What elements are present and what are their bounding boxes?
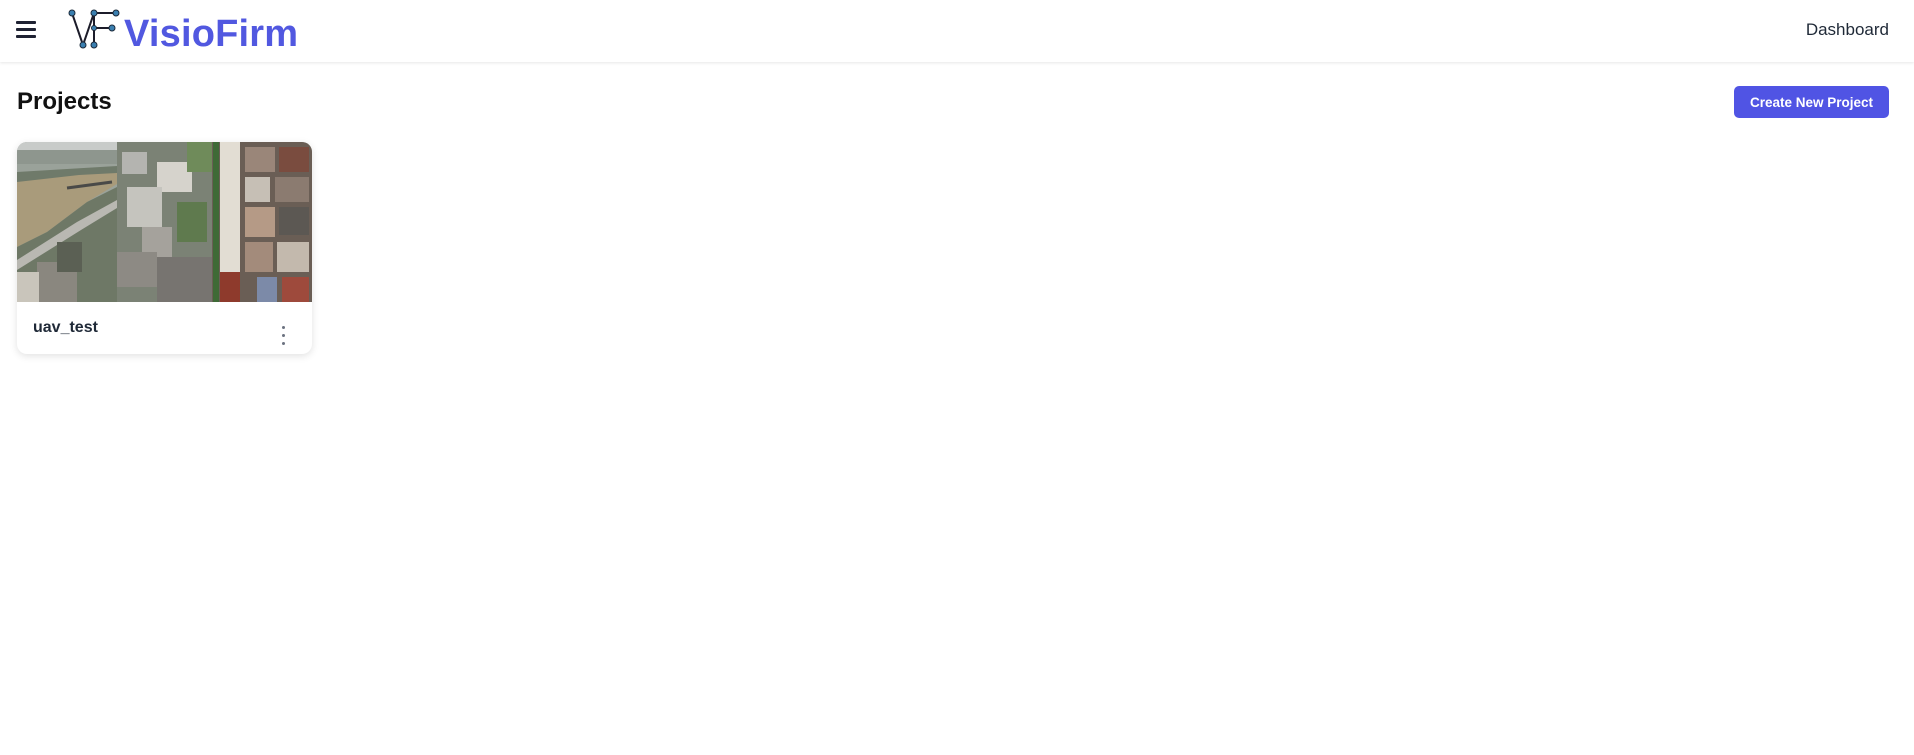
project-card[interactable]: uav_test xyxy=(17,142,312,354)
project-name: uav_test xyxy=(33,319,98,336)
brand-name: VisioFirm xyxy=(124,13,299,55)
create-new-project-button[interactable]: Create New Project xyxy=(1734,86,1889,118)
more-vertical-icon[interactable] xyxy=(280,324,288,348)
page-title: Projects xyxy=(17,88,112,115)
brand-logo[interactable]: VisioFirm xyxy=(68,4,298,56)
hamburger-menu-icon[interactable] xyxy=(14,18,38,42)
project-thumbnail xyxy=(17,142,312,302)
top-navbar: VisioFirm Dashboard xyxy=(0,0,1914,62)
vf-logo-icon xyxy=(68,9,120,49)
nav-dashboard-link[interactable]: Dashboard xyxy=(1806,20,1889,40)
